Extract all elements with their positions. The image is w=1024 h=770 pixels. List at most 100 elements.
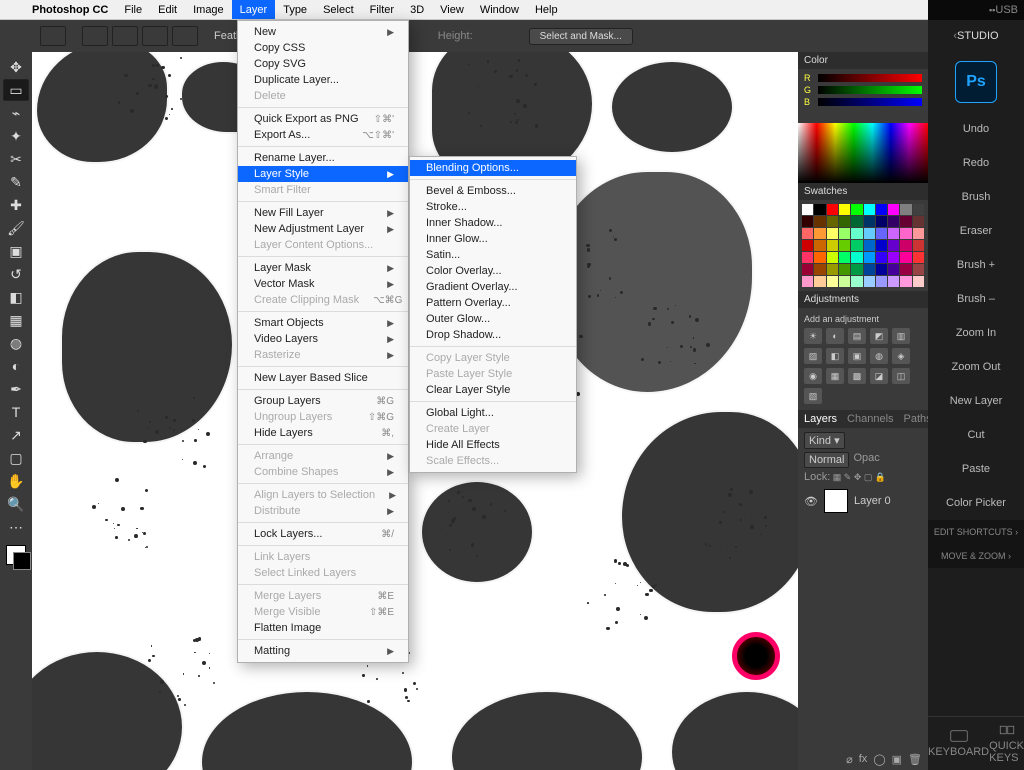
menu-item-matting[interactable]: Matting▶ — [238, 643, 408, 659]
visibility-eye-icon[interactable]: 👁 — [804, 495, 818, 508]
swatch-cell[interactable] — [827, 276, 838, 287]
history-brush-tool-icon[interactable]: ↺ — [3, 263, 29, 285]
selection-mode-icons[interactable] — [82, 26, 198, 46]
shape-tool-icon[interactable]: ▢ — [3, 447, 29, 469]
swatch-cell[interactable] — [900, 204, 911, 215]
studio-new-layer[interactable]: New Layer — [928, 384, 1024, 418]
brush-tool-icon[interactable]: 🖌 — [3, 217, 29, 239]
menu-3d[interactable]: 3D — [402, 0, 432, 19]
menu-item-clear-layer-style[interactable]: Clear Layer Style — [410, 382, 576, 398]
studio-paste[interactable]: Paste — [928, 452, 1024, 486]
menu-item-flatten-image[interactable]: Flatten Image — [238, 620, 408, 636]
layer-row[interactable]: 👁 Layer 0 — [804, 486, 922, 516]
color-panel-tab[interactable]: Color — [798, 52, 928, 69]
studio-color-picker[interactable]: Color Picker — [928, 486, 1024, 520]
link-layers-icon[interactable]: ⌀ — [846, 753, 853, 766]
menu-item-drop-shadow[interactable]: Drop Shadow... — [410, 327, 576, 343]
menu-item-rename-layer[interactable]: Rename Layer... — [238, 150, 408, 166]
swatch-cell[interactable] — [864, 204, 875, 215]
swatch-cell[interactable] — [888, 216, 899, 227]
swatch-cell[interactable] — [827, 204, 838, 215]
swatch-cell[interactable] — [802, 240, 813, 251]
studio-zoom-out[interactable]: Zoom Out — [928, 350, 1024, 384]
menu-edit[interactable]: Edit — [150, 0, 185, 19]
swatch-cell[interactable] — [851, 240, 862, 251]
swatch-cell[interactable] — [913, 276, 924, 287]
menu-item-export-as[interactable]: Export As...⌥⇧⌘' — [238, 127, 408, 143]
lasso-tool-icon[interactable]: ⌁ — [3, 102, 29, 124]
swatch-cell[interactable] — [864, 216, 875, 227]
swatch-cell[interactable] — [864, 228, 875, 239]
menu-item-hide-all-effects[interactable]: Hide All Effects — [410, 437, 576, 453]
swatch-cell[interactable] — [851, 276, 862, 287]
swatch-cell[interactable] — [827, 228, 838, 239]
studio-brush[interactable]: Brush — [928, 180, 1024, 214]
eyedropper-tool-icon[interactable]: ✎ — [3, 171, 29, 193]
adjustments-panel-tab[interactable]: Adjustments — [798, 291, 928, 308]
studio-title[interactable]: STUDIO — [928, 20, 1024, 52]
swatch-cell[interactable] — [851, 264, 862, 275]
menu-item-color-overlay[interactable]: Color Overlay... — [410, 263, 576, 279]
menu-item-satin[interactable]: Satin... — [410, 247, 576, 263]
swatch-cell[interactable] — [851, 252, 862, 263]
swatch-cell[interactable] — [888, 276, 899, 287]
trash-icon[interactable]: 🗑 — [908, 753, 922, 766]
swatch-cell[interactable] — [814, 204, 825, 215]
select-and-mask-button[interactable]: Select and Mask... — [529, 28, 633, 45]
swatch-cell[interactable] — [888, 228, 899, 239]
studio-brush-[interactable]: Brush – — [928, 282, 1024, 316]
swatch-cell[interactable] — [913, 216, 924, 227]
menu-item-copy-css[interactable]: Copy CSS — [238, 40, 408, 56]
swatch-cell[interactable] — [900, 240, 911, 251]
menu-item-outer-glow[interactable]: Outer Glow... — [410, 311, 576, 327]
swatch-cell[interactable] — [876, 264, 887, 275]
edit-toolbar-icon[interactable]: ⋯ — [3, 516, 29, 538]
swatch-cell[interactable] — [802, 204, 813, 215]
swatch-cell[interactable] — [913, 228, 924, 239]
swatch-cell[interactable] — [839, 216, 850, 227]
move-tool-icon[interactable]: ✥ — [3, 56, 29, 78]
swatches-panel-tab[interactable]: Swatches — [798, 183, 928, 200]
menu-item-group-layers[interactable]: Group Layers⌘G — [238, 393, 408, 409]
menu-help[interactable]: Help — [527, 0, 566, 19]
zoom-tool-icon[interactable]: 🔍 — [3, 493, 29, 515]
menu-item-vector-mask[interactable]: Vector Mask▶ — [238, 276, 408, 292]
type-tool-icon[interactable]: T — [3, 401, 29, 423]
menu-item-stroke[interactable]: Stroke... — [410, 199, 576, 215]
swatch-cell[interactable] — [814, 216, 825, 227]
magic-wand-tool-icon[interactable]: ✦ — [3, 125, 29, 147]
healing-tool-icon[interactable]: ✚ — [3, 194, 29, 216]
quick-keys-button[interactable]: QUICK KEYS — [989, 716, 1024, 770]
swatches-grid[interactable] — [798, 200, 928, 291]
menu-item-video-layers[interactable]: Video Layers▶ — [238, 331, 408, 347]
swatch-cell[interactable] — [900, 276, 911, 287]
swatch-cell[interactable] — [839, 204, 850, 215]
menu-item-quick-export-as-png[interactable]: Quick Export as PNG⇧⌘' — [238, 111, 408, 127]
swatch-cell[interactable] — [802, 276, 813, 287]
swatch-cell[interactable] — [851, 216, 862, 227]
swatch-cell[interactable] — [864, 252, 875, 263]
swatch-cell[interactable] — [839, 252, 850, 263]
studio-brush-[interactable]: Brush + — [928, 248, 1024, 282]
swatch-cell[interactable] — [876, 240, 887, 251]
swatch-cell[interactable] — [888, 252, 899, 263]
dodge-tool-icon[interactable]: ◐ — [3, 355, 29, 377]
swatch-cell[interactable] — [827, 252, 838, 263]
move-zoom-button[interactable]: MOVE & ZOOM › — [928, 544, 1024, 568]
blend-mode-select[interactable]: Normal — [804, 452, 849, 468]
app-icon[interactable]: Ps — [928, 52, 1024, 112]
menu-filter[interactable]: Filter — [362, 0, 402, 19]
menu-item-new-fill-layer[interactable]: New Fill Layer▶ — [238, 205, 408, 221]
swatch-cell[interactable] — [913, 240, 924, 251]
swatch-cell[interactable] — [913, 252, 924, 263]
swatch-cell[interactable] — [876, 216, 887, 227]
keyboard-button[interactable]: KEYBOARD — [928, 716, 989, 770]
studio-zoom-in[interactable]: Zoom In — [928, 316, 1024, 350]
menu-item-smart-objects[interactable]: Smart Objects▶ — [238, 315, 408, 331]
swatch-cell[interactable] — [839, 240, 850, 251]
menu-item-layer-mask[interactable]: Layer Mask▶ — [238, 260, 408, 276]
channels-tab[interactable]: Channels — [847, 413, 893, 425]
swatch-cell[interactable] — [827, 216, 838, 227]
layer-filter-kind[interactable]: Kind ▾ — [804, 432, 845, 449]
layer-name[interactable]: Layer 0 — [854, 495, 891, 507]
